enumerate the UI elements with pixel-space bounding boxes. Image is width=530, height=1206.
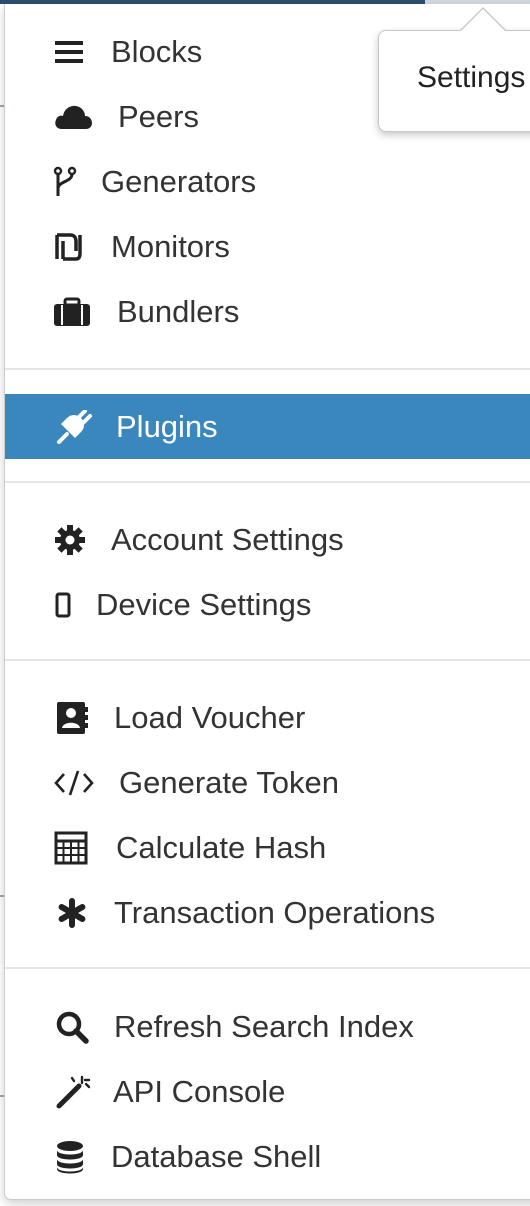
- menu-item-calculate-hash[interactable]: Calculate Hash: [5, 815, 530, 880]
- shekel-icon: [54, 232, 82, 261]
- menu-divider: [5, 659, 530, 661]
- calculator-icon: [54, 831, 88, 865]
- menu-item-label: Database Shell: [111, 1138, 322, 1174]
- menu-item-account-settings[interactable]: Account Settings: [5, 507, 530, 572]
- menu-divider: [5, 967, 530, 969]
- menu-item-label: Monitors: [111, 228, 230, 264]
- cloud-icon: [53, 103, 93, 131]
- plug-icon: [55, 409, 93, 444]
- menu-item-label: Device Settings: [96, 586, 312, 622]
- code-icon: [54, 769, 94, 797]
- database-icon: [55, 1140, 85, 1174]
- menu-item-label: Plugins: [116, 408, 218, 444]
- menu-item-label: Transaction Operations: [114, 894, 436, 930]
- menu-item-label: Generators: [101, 163, 257, 199]
- menu-item-label: Calculate Hash: [116, 829, 327, 865]
- menu-item-label: Load Voucher: [114, 699, 306, 735]
- menu-item-generate-token[interactable]: Generate Token: [5, 750, 530, 815]
- menu-item-label: Peers: [118, 98, 199, 134]
- menu-item-label: Refresh Search Index: [114, 1008, 414, 1044]
- bars-icon: [54, 39, 84, 65]
- menu-item-load-voucher[interactable]: Load Voucher: [5, 685, 530, 750]
- menu-item-bundlers[interactable]: Bundlers: [5, 279, 530, 344]
- menu-item-label: API Console: [113, 1073, 286, 1109]
- menu-item-label: Blocks: [111, 33, 203, 69]
- menu-item-plugins[interactable]: Plugins: [5, 394, 530, 459]
- gear-icon: [54, 524, 86, 556]
- menu-item-database-shell[interactable]: Database Shell: [5, 1124, 530, 1189]
- menu-item-refresh-search-index[interactable]: Refresh Search Index: [5, 994, 530, 1059]
- tooltip-arrow-fill: [460, 9, 506, 32]
- menu-item-generators[interactable]: Generators: [5, 149, 530, 214]
- menu-item-label: Generate Token: [119, 764, 340, 800]
- mobile-icon: [55, 592, 71, 618]
- menu-divider: [5, 481, 530, 483]
- menu-item-label: Account Settings: [111, 521, 344, 557]
- magic-wand-icon: [55, 1075, 91, 1109]
- menu-divider: [5, 368, 530, 370]
- asterisk-icon: [57, 897, 87, 928]
- tooltip-text: Settings: [417, 61, 526, 94]
- menu-item-device-settings[interactable]: Device Settings: [5, 572, 530, 637]
- menu-item-transaction-operations[interactable]: Transaction Operations: [5, 880, 530, 945]
- settings-tooltip: Settings: [378, 7, 530, 132]
- briefcase-icon: [53, 297, 91, 327]
- code-fork-icon: [53, 166, 77, 198]
- search-icon: [55, 1010, 89, 1044]
- address-book-icon: [55, 701, 89, 735]
- menu-item-api-console[interactable]: API Console: [5, 1059, 530, 1124]
- menu-item-monitors[interactable]: Monitors: [5, 214, 530, 279]
- settings-dropdown-menu: Blocks Peers Generators Monitors Bundler…: [4, 4, 530, 1200]
- menu-item-label: Bundlers: [117, 293, 240, 329]
